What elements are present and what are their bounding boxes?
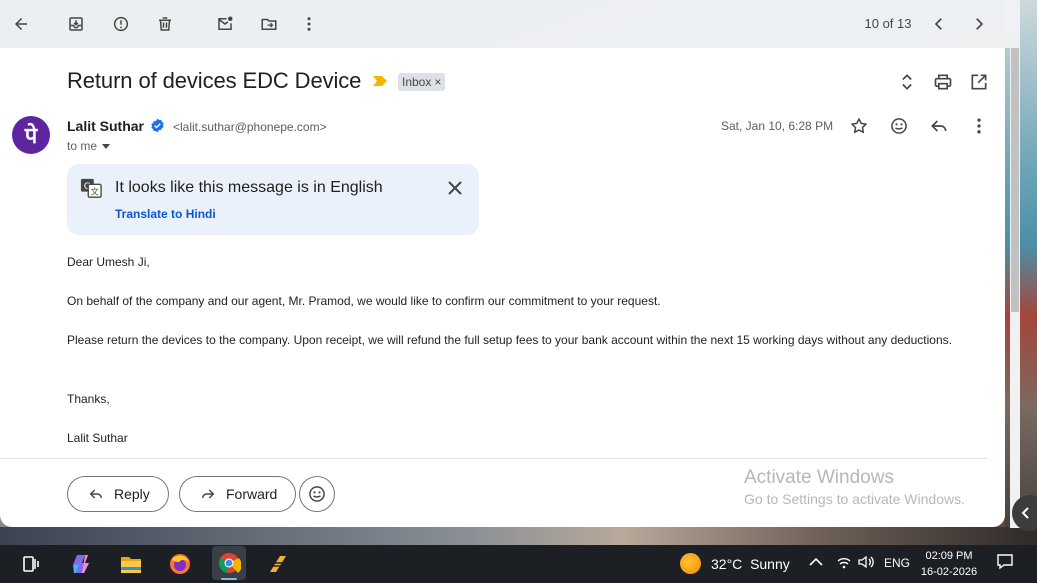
active-app-indicator (221, 578, 237, 580)
emoji-icon (309, 486, 325, 502)
chevron-right-icon[interactable] (967, 12, 991, 36)
reply-button[interactable]: Reply (67, 476, 169, 512)
print-icon[interactable] (931, 70, 955, 94)
app-icon[interactable] (263, 549, 293, 579)
task-view-icon[interactable] (16, 549, 46, 579)
email-signature: Lalit Suthar (67, 431, 128, 445)
inbox-label-text: Inbox (402, 75, 432, 89)
inbox-label-chip: Inbox × (398, 73, 446, 91)
firefox-icon[interactable] (165, 549, 195, 579)
email-closing: Thanks, (67, 392, 110, 406)
file-explorer-icon[interactable] (116, 549, 146, 579)
email-paragraph-2: Please return the devices to the company… (67, 333, 952, 347)
verified-badge-icon (151, 118, 164, 133)
close-icon[interactable] (445, 178, 465, 198)
translate-message: It looks like this message is in English (115, 179, 383, 196)
email-card: Return of devices EDC Device Inbox × पे … (0, 48, 1005, 527)
reply-icon[interactable] (927, 114, 951, 138)
forward-icon (201, 489, 215, 499)
email-greeting: Dear Umesh Ji, (67, 255, 150, 269)
email-paragraph-1: On behalf of the company and our agent, … (67, 294, 661, 308)
svg-text:文: 文 (91, 186, 99, 196)
chevron-left-icon (1021, 507, 1029, 519)
emoji-reaction-button[interactable] (299, 476, 335, 512)
activate-windows-title: Activate Windows (744, 467, 894, 488)
expand-all-icon[interactable] (895, 70, 919, 94)
recipients-toggle[interactable]: to me (67, 139, 111, 153)
chevron-left-icon[interactable] (927, 12, 951, 36)
sender-avatar[interactable]: पे (12, 116, 50, 154)
wifi-icon[interactable] (836, 555, 852, 572)
scrollbar-thumb[interactable] (1011, 48, 1019, 312)
mark-unread-icon[interactable] (213, 12, 237, 36)
open-in-new-window-icon[interactable] (967, 70, 991, 94)
archive-icon[interactable] (64, 12, 88, 36)
volume-icon[interactable] (857, 555, 875, 572)
weather-widget[interactable]: 32°C Sunny (711, 556, 790, 572)
translate-banner: G 文 It looks like this message is in Eng… (67, 164, 479, 235)
system-clock[interactable]: 02:09 PM 16-02-2026 (918, 548, 980, 580)
sender-email: <lalit.suthar@phonepe.com> (173, 120, 327, 134)
remove-label-icon[interactable]: × (434, 75, 441, 89)
more-vert-icon[interactable] (297, 12, 321, 36)
language-indicator[interactable]: ENG (884, 556, 910, 570)
windows-taskbar (0, 545, 1037, 583)
report-spam-icon[interactable] (109, 12, 133, 36)
caret-down-icon (102, 144, 111, 149)
email-timestamp: Sat, Jan 10, 6:28 PM (721, 119, 834, 133)
star-icon[interactable] (847, 114, 871, 138)
trash-icon[interactable] (153, 12, 177, 36)
email-subject: Return of devices EDC Device (67, 68, 362, 93)
background-scenery-bottom (0, 527, 1037, 545)
weather-desc: Sunny (750, 556, 790, 572)
important-marker-icon[interactable] (373, 76, 387, 86)
to-me-label: to me (67, 139, 98, 153)
clock-date: 16-02-2026 (920, 566, 978, 578)
forward-button[interactable]: Forward (179, 476, 297, 512)
move-to-folder-icon[interactable] (257, 12, 281, 36)
copilot-icon[interactable] (67, 549, 97, 579)
pager-count: 10 of 13 (864, 16, 912, 31)
arrow-left-icon[interactable] (9, 12, 33, 36)
sender-name[interactable]: Lalit Suthar (67, 118, 144, 134)
weather-temp: 32°C (711, 556, 743, 572)
sun-icon[interactable] (680, 553, 701, 574)
activate-windows-subtitle: Go to Settings to activate Windows. (744, 491, 965, 507)
more-options-icon[interactable] (967, 114, 991, 138)
translate-icon: G 文 (80, 178, 102, 198)
reply-label: Reply (114, 486, 150, 502)
translate-link[interactable]: Translate to Hindi (115, 207, 216, 221)
notification-icon[interactable] (996, 553, 1014, 574)
chrome-icon[interactable] (212, 546, 246, 580)
chevron-up-icon[interactable] (809, 556, 823, 571)
add-reaction-icon[interactable] (887, 114, 911, 138)
mail-toolbar: 10 of 13 (0, 0, 1020, 48)
clock-time: 02:09 PM (925, 550, 973, 562)
divider (0, 458, 987, 459)
reply-icon (89, 489, 103, 499)
forward-label: Forward (226, 486, 278, 502)
